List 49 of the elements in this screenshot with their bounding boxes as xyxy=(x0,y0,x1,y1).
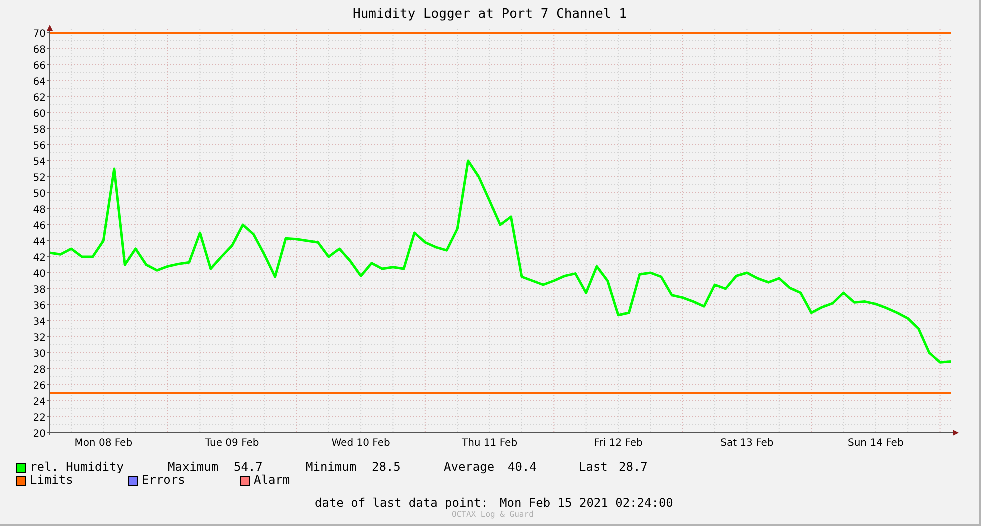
y-tick-label: 58 xyxy=(33,125,46,136)
y-tick-label: 42 xyxy=(33,253,46,264)
y-tick-label: 46 xyxy=(33,221,46,232)
y-tick-label: 70 xyxy=(33,29,46,40)
y-tick-label: 68 xyxy=(33,45,46,56)
x-tick-label: Sun 14 Feb xyxy=(848,438,904,449)
x-tick-label: Tue 09 Feb xyxy=(205,438,260,449)
y-tick-label: 52 xyxy=(33,173,46,184)
stat-label: Last xyxy=(579,461,609,474)
y-tick-label: 50 xyxy=(33,189,46,200)
y-tick-label: 62 xyxy=(33,93,46,104)
x-tick-label: Wed 10 Feb xyxy=(332,438,390,449)
y-tick-label: 64 xyxy=(33,77,46,88)
y-tick-label: 66 xyxy=(33,61,46,72)
x-tick-label: Thu 11 Feb xyxy=(462,438,518,449)
stat-value: 40.4 xyxy=(508,461,538,474)
last-point-value: Mon Feb 15 2021 02:24:00 xyxy=(500,497,674,510)
y-tick-label: 38 xyxy=(33,285,46,296)
y-tick-label: 24 xyxy=(33,397,46,408)
stat-value: 28.5 xyxy=(372,461,402,474)
x-tick-label: Mon 08 Feb xyxy=(74,438,133,449)
y-tick-label: 56 xyxy=(33,141,46,152)
y-tick-label: 20 xyxy=(33,429,46,440)
legend-label: Alarm xyxy=(254,474,290,487)
y-tick-label: 30 xyxy=(33,349,46,360)
y-tick-label: 32 xyxy=(33,333,46,344)
legend-label: rel. Humidity xyxy=(30,461,124,474)
y-tick-label: 48 xyxy=(33,205,46,216)
stat-label: Maximum xyxy=(168,461,220,474)
y-tick-label: 54 xyxy=(33,157,46,168)
legend-label: Limits xyxy=(30,474,74,487)
last-point-label: date of last data point: xyxy=(315,497,490,510)
x-tick-label: Fri 12 Feb xyxy=(594,438,643,449)
y-tick-label: 28 xyxy=(33,365,46,376)
stat-value: 28.7 xyxy=(619,461,649,474)
y-tick-label: 44 xyxy=(33,237,46,248)
y-tick-label: 26 xyxy=(33,381,46,392)
legend-label: Errors xyxy=(142,474,186,487)
stat-label: Minimum xyxy=(306,461,358,474)
y-tick-label: 34 xyxy=(33,317,46,328)
stat-label: Average xyxy=(444,461,496,474)
chart-title: Humidity Logger at Port 7 Channel 1 xyxy=(353,7,627,22)
stat-value: 54.7 xyxy=(234,461,264,474)
y-tick-label: 40 xyxy=(33,269,46,280)
y-tick-label: 22 xyxy=(33,413,46,424)
footer-credit: OCTAX Log & Guard xyxy=(452,510,534,519)
x-tick-label: Sat 13 Feb xyxy=(720,438,774,449)
y-tick-label: 60 xyxy=(33,109,46,120)
y-tick-label: 36 xyxy=(33,301,46,312)
